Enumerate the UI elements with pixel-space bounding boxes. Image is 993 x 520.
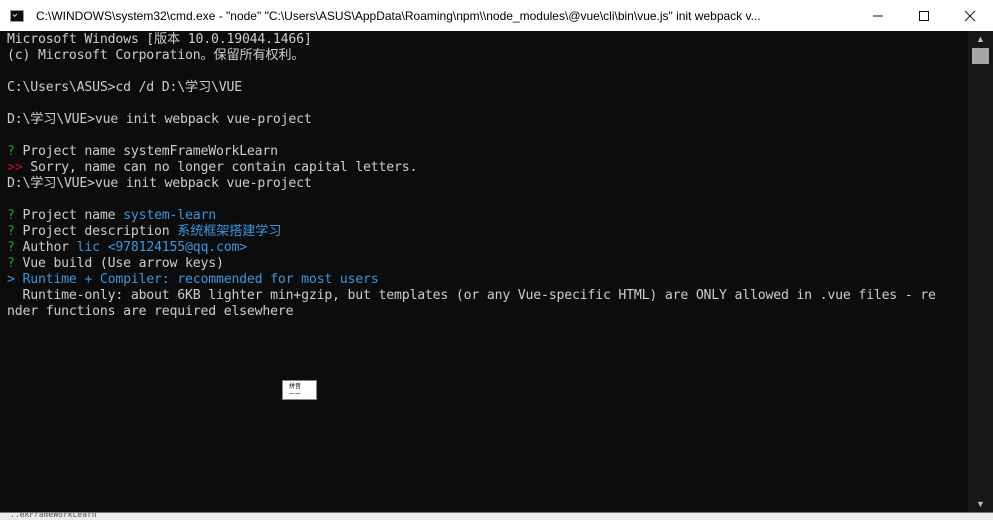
console-text: Project name <box>14 208 124 223</box>
ime-candidate-window[interactable]: 拼音 —— <box>282 380 317 400</box>
scrollbar-thumb[interactable] <box>972 48 989 64</box>
error-marker: >> <box>7 160 23 175</box>
console-line: >> Sorry, name can no longer contain cap… <box>7 160 417 176</box>
answer-value: lic <978124155@qq.com> <box>76 240 247 255</box>
ime-text: —— <box>289 390 301 397</box>
prompt-marker: ? <box>7 240 15 255</box>
title-bar[interactable]: C:\WINDOWS\system32\cmd.exe - "node" "C:… <box>0 0 993 31</box>
scroll-up-icon[interactable]: ▲ <box>972 31 989 47</box>
close-button[interactable] <box>947 0 993 31</box>
terminal-icon <box>10 9 24 22</box>
cmd-window[interactable]: C:\WINDOWS\system32\cmd.exe - "node" "C:… <box>0 0 993 512</box>
console-text: Vue build (Use arrow keys) <box>14 256 224 271</box>
prompt-marker: ? <box>7 256 15 271</box>
console-text: Sorry, name can no longer contain capita… <box>22 160 418 175</box>
minimize-icon <box>873 15 883 16</box>
console-line: ? Project description 系统框架搭建学习 <box>7 224 281 240</box>
console-line: ? Project name systemFrameWorkLearn <box>7 144 278 160</box>
prompt-marker: ? <box>7 224 15 239</box>
console-line: C:\Users\ASUS>cd /d D:\学习\VUE <box>7 80 242 95</box>
close-icon <box>964 10 976 21</box>
menu-option[interactable]: Runtime-only: about 6KB lighter min+gzip… <box>7 288 935 304</box>
prompt-marker: ? <box>7 144 15 159</box>
console-line: (c) Microsoft Corporation。保留所有权利。 <box>7 48 305 63</box>
console-line: D:\学习\VUE>vue init webpack vue-project <box>7 176 312 191</box>
maximize-button[interactable] <box>901 0 947 31</box>
answer-value: 系统框架搭建学习 <box>177 224 282 239</box>
ime-text: 拼音 <box>289 383 302 390</box>
answer-value: system-learn <box>123 208 216 223</box>
console-text: Author <box>14 240 77 255</box>
console-text: Project description <box>14 224 178 239</box>
prompt-marker: ? <box>7 208 15 223</box>
maximize-icon <box>919 10 929 21</box>
console-output[interactable]: Microsoft Windows [版本 10.0.19044.1466] (… <box>0 31 968 512</box>
console-line: ? Vue build (Use arrow keys) <box>7 256 224 272</box>
console-line: D:\学习\VUE>vue init webpack vue-project <box>7 112 312 127</box>
selected-option[interactable]: > Runtime + Compiler: recommended for mo… <box>7 272 379 288</box>
window-controls <box>855 0 993 31</box>
console-line: ? Author lic <978124155@qq.com> <box>7 240 247 256</box>
console-line: ? Project name system-learn <box>7 208 216 224</box>
scroll-down-icon[interactable]: ▼ <box>972 496 989 512</box>
minimize-button[interactable] <box>855 0 901 31</box>
vertical-scrollbar[interactable]: ▲ ▼ <box>968 31 993 512</box>
console-line: Microsoft Windows [版本 10.0.19044.1466] <box>7 32 312 47</box>
menu-option-continued[interactable]: nder functions are required elsewhere <box>7 304 294 320</box>
console-text: Project name systemFrameWorkLearn <box>14 144 278 159</box>
window-title: C:\WINDOWS\system32\cmd.exe - "node" "C:… <box>36 8 761 23</box>
